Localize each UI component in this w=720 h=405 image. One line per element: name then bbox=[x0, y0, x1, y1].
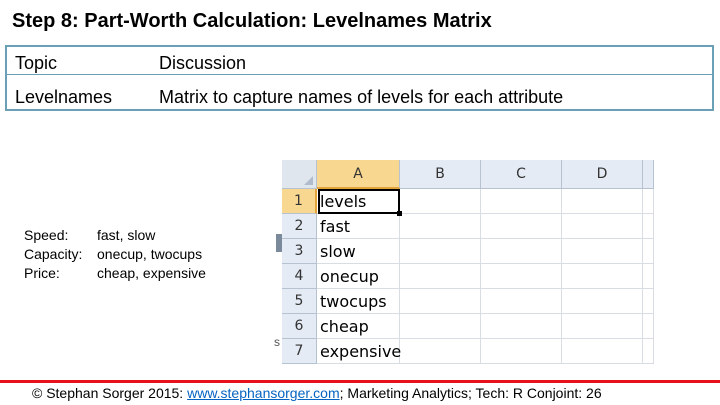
row-header-4[interactable]: 4 bbox=[282, 264, 317, 289]
table-header-topic: Topic bbox=[15, 53, 58, 73]
grid-cell[interactable] bbox=[643, 214, 654, 239]
column-header-d[interactable]: D bbox=[562, 160, 643, 189]
grid-cell[interactable] bbox=[400, 214, 481, 239]
grid-cell[interactable] bbox=[562, 239, 643, 264]
grid-cell[interactable] bbox=[481, 214, 562, 239]
grid-cell[interactable] bbox=[481, 239, 562, 264]
footer-prefix: © Stephan Sorger 2015: bbox=[32, 385, 188, 401]
cell-a3[interactable]: slow bbox=[320, 239, 356, 264]
grid-cell[interactable] bbox=[562, 264, 643, 289]
grid-cell[interactable] bbox=[562, 314, 643, 339]
column-header-partial bbox=[643, 160, 654, 189]
attribute-row-capacity: Capacity: onecup, twocups bbox=[24, 245, 206, 264]
row-header-1[interactable]: 1 bbox=[282, 189, 317, 214]
footer: © Stephan Sorger 2015: www.stephansorger… bbox=[32, 385, 602, 401]
grid-cell[interactable] bbox=[400, 289, 481, 314]
row-header-7[interactable]: 7 bbox=[282, 339, 317, 364]
footer-link[interactable]: www.stephansorger.com bbox=[187, 385, 340, 401]
grid-cell[interactable] bbox=[400, 264, 481, 289]
cell-a2[interactable]: fast bbox=[320, 214, 350, 239]
table-divider bbox=[7, 74, 712, 75]
column-header-a[interactable]: A bbox=[317, 160, 400, 189]
active-cell-cursor[interactable] bbox=[318, 189, 402, 216]
attribute-values: fast, slow bbox=[97, 227, 156, 243]
grid-cell[interactable] bbox=[481, 339, 562, 364]
column-header-c[interactable]: C bbox=[481, 160, 562, 189]
grid-cell[interactable] bbox=[562, 289, 643, 314]
cell-a6[interactable]: cheap bbox=[320, 314, 369, 339]
grid-cell[interactable] bbox=[400, 239, 481, 264]
grid-cell[interactable] bbox=[562, 214, 643, 239]
grid-cell[interactable] bbox=[481, 189, 562, 214]
attribute-label: Speed: bbox=[24, 227, 69, 243]
attribute-row-price: Price: cheap, expensive bbox=[24, 264, 206, 283]
table-cell-discussion: Matrix to capture names of levels for ea… bbox=[159, 87, 564, 107]
grid-cell[interactable] bbox=[643, 189, 654, 214]
table-cell-topic: Levelnames bbox=[15, 87, 113, 107]
cell-a7[interactable]: expensive bbox=[320, 339, 401, 364]
grid-cell[interactable] bbox=[400, 339, 481, 364]
grid-cell[interactable] bbox=[400, 314, 481, 339]
footer-divider bbox=[0, 380, 720, 383]
spreadsheet-screenshot: A B C D 1 2 3 4 5 6 7 levels fast slow o… bbox=[282, 160, 654, 370]
grid-cell[interactable] bbox=[643, 239, 654, 264]
attribute-values: cheap, expensive bbox=[97, 265, 206, 281]
attribute-levels-list: Speed: fast, slow Capacity: onecup, twoc… bbox=[24, 226, 206, 283]
grid-cell[interactable] bbox=[481, 314, 562, 339]
grid-cell[interactable] bbox=[643, 339, 654, 364]
attribute-label: Price: bbox=[24, 265, 60, 281]
select-all-corner[interactable] bbox=[282, 160, 317, 189]
attribute-label: Capacity: bbox=[24, 246, 83, 262]
row-header-5[interactable]: 5 bbox=[282, 289, 317, 314]
grid-cell[interactable] bbox=[400, 189, 481, 214]
cell-a4[interactable]: onecup bbox=[320, 264, 379, 289]
grid-cell[interactable] bbox=[643, 264, 654, 289]
topic-table: Topic Discussion Levelnames Matrix to ca… bbox=[5, 45, 714, 111]
attribute-values: onecup, twocups bbox=[97, 246, 203, 262]
grid-cell[interactable] bbox=[481, 264, 562, 289]
grid-cell[interactable] bbox=[643, 289, 654, 314]
grid-cell[interactable] bbox=[562, 339, 643, 364]
grid-cell[interactable] bbox=[643, 314, 654, 339]
grid-cell[interactable] bbox=[481, 289, 562, 314]
table-header-discussion: Discussion bbox=[159, 53, 247, 73]
footer-suffix: ; Marketing Analytics; Tech: R Conjoint:… bbox=[339, 385, 602, 401]
grid-cell[interactable] bbox=[562, 189, 643, 214]
row-header-3[interactable]: 3 bbox=[282, 239, 317, 264]
row-header-6[interactable]: 6 bbox=[282, 314, 317, 339]
attribute-row-speed: Speed: fast, slow bbox=[24, 226, 206, 245]
cell-a5[interactable]: twocups bbox=[320, 289, 387, 314]
slide-title: Step 8: Part-Worth Calculation: Levelnam… bbox=[12, 10, 492, 32]
margin-mark-text: s bbox=[274, 335, 280, 349]
column-header-b[interactable]: B bbox=[400, 160, 481, 189]
row-header-2[interactable]: 2 bbox=[282, 214, 317, 239]
